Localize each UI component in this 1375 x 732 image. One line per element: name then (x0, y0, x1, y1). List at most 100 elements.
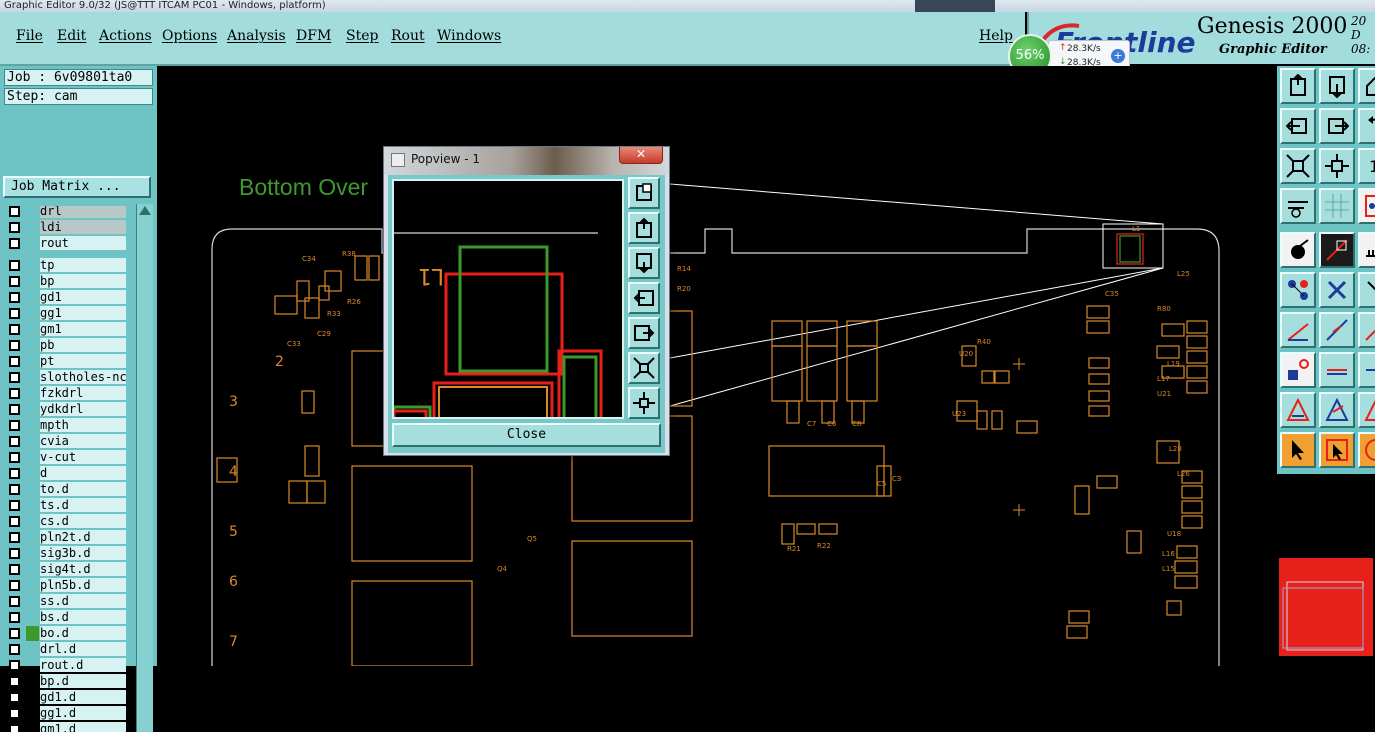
layer-row-pln2t.d[interactable]: pln2t.d (6, 530, 126, 545)
title-bar-controls[interactable] (915, 0, 995, 12)
zoom-fit-button[interactable] (1280, 148, 1316, 184)
zoom-home-button[interactable] (1280, 68, 1316, 104)
layer-row-cs.d[interactable]: cs.d (6, 514, 126, 529)
layer-row-gg1.d[interactable]: gg1.d (6, 706, 126, 721)
layer-row-bs.d[interactable]: bs.d (6, 610, 126, 625)
hline-button[interactable] (1319, 352, 1355, 388)
popview-canvas[interactable]: L1 (392, 179, 624, 419)
measure-button[interactable] (1280, 188, 1316, 224)
menu-analysis[interactable]: Analysis (227, 28, 286, 44)
layer-row-mpth[interactable]: mpth (6, 418, 126, 433)
layer-checkbox[interactable] (9, 676, 20, 687)
cross-button[interactable] (1319, 272, 1355, 308)
layer-row-ss.d[interactable]: ss.d (6, 594, 126, 609)
layer-checkbox[interactable] (9, 628, 20, 639)
layer-row-gm1.d[interactable]: gm1.d (6, 722, 126, 732)
pan-down-button[interactable] (1319, 68, 1355, 104)
menu-file[interactable]: File (16, 28, 43, 44)
menu-windows[interactable]: Windows (437, 28, 501, 44)
layer-checkbox[interactable] (9, 452, 20, 463)
select-box-button[interactable] (1319, 432, 1355, 468)
select-pad-button[interactable] (1280, 232, 1316, 268)
layer-checkbox[interactable] (9, 260, 20, 271)
menu-step[interactable]: Step (346, 28, 378, 44)
select-arrow-button[interactable] (1280, 432, 1316, 468)
layer-row-d[interactable]: d (6, 466, 126, 481)
triangle-button[interactable] (1280, 392, 1316, 428)
layer-row-rout[interactable]: rout (6, 236, 126, 251)
layer-checkbox[interactable] (9, 532, 20, 543)
snap-button[interactable] (1358, 188, 1375, 224)
layer-checkbox[interactable] (9, 308, 20, 319)
layer-row-ts.d[interactable]: ts.d (6, 498, 126, 513)
layer-row-gg1[interactable]: gg1 (6, 306, 126, 321)
layer-checkbox[interactable] (9, 468, 20, 479)
expand-plus-icon[interactable]: + (1111, 49, 1125, 63)
layer-checkbox[interactable] (9, 484, 20, 495)
pan-right-button[interactable] (1319, 108, 1355, 144)
layer-row-cvia[interactable]: cvia (6, 434, 126, 449)
close-icon[interactable]: ✕ (619, 147, 663, 164)
layer-checkbox[interactable] (9, 404, 20, 415)
menu-options[interactable]: Options (162, 28, 217, 44)
layer-row-ydkdrl[interactable]: ydkdrl (6, 402, 126, 417)
layer-checkbox[interactable] (9, 340, 20, 351)
layer-checkbox[interactable] (9, 724, 20, 732)
popview-zoom-fit-button[interactable] (628, 352, 660, 384)
menu-rout[interactable]: Rout (391, 28, 425, 44)
layer-checkbox[interactable] (9, 564, 20, 575)
ruler-button[interactable] (1358, 232, 1375, 268)
menu-dfm[interactable]: DFM (296, 28, 331, 44)
undo-button[interactable] (1358, 108, 1375, 144)
layer-checkbox[interactable] (9, 324, 20, 335)
layer-checkbox[interactable] (9, 708, 20, 719)
layer-row-fzkdrl[interactable]: fzkdrl (6, 386, 126, 401)
home-button[interactable] (1358, 68, 1375, 104)
overview-minimap[interactable] (1277, 474, 1375, 666)
layer-checkbox[interactable] (9, 596, 20, 607)
layer-checkbox[interactable] (9, 292, 20, 303)
layer-row-drl[interactable]: drl (6, 206, 126, 219)
triangle-extra-button[interactable] (1358, 392, 1375, 428)
layer-row-pt[interactable]: pt (6, 354, 126, 369)
layer-row-v-cut[interactable]: v-cut (6, 450, 126, 465)
menu-actions[interactable]: Actions (99, 28, 152, 44)
popview-zoom-out-button[interactable] (628, 387, 660, 419)
triangle-blue-button[interactable] (1319, 392, 1355, 428)
scale-one-button[interactable]: 1 (1358, 148, 1375, 184)
layer-row-bp.d[interactable]: bp.d (6, 674, 126, 689)
layer-checkbox[interactable] (9, 692, 20, 703)
popview-close-button[interactable]: Close (392, 423, 661, 447)
layer-row-gd1.d[interactable]: gd1.d (6, 690, 126, 705)
layer-checkbox[interactable] (9, 500, 20, 511)
popview-pan-right-button[interactable] (628, 317, 660, 349)
layer-checkbox[interactable] (9, 580, 20, 591)
layer-checkbox[interactable] (9, 644, 20, 655)
layer-row-sig3b.d[interactable]: sig3b.d (6, 546, 126, 561)
popview-titlebar[interactable]: Popview - 1 ✕ (384, 147, 669, 175)
layer-row-tp[interactable]: tp (6, 258, 126, 273)
layer-row-pb[interactable]: pb (6, 338, 126, 353)
layer-checkbox[interactable] (9, 356, 20, 367)
pan-left-button[interactable] (1280, 108, 1316, 144)
layer-checkbox[interactable] (9, 516, 20, 527)
layer-row-slotholes-nc[interactable]: slotholes-nc (6, 370, 126, 385)
layer-row-bp[interactable]: bp (6, 274, 126, 289)
layer-checkbox[interactable] (9, 388, 20, 399)
corner-button[interactable] (1280, 352, 1316, 388)
graphic-canvas[interactable]: 2 3 4 5 6 7 R38 C34 R33 C33 R26 C29 Q5 Q4 R21 L1 C5 C7 C6 C… (157, 66, 1277, 666)
layer-checkbox[interactable] (9, 420, 20, 431)
layer-row-pln5b.d[interactable]: pln5b.d (6, 578, 126, 593)
layer-row-bo.d[interactable]: bo.d (6, 626, 126, 641)
scroll-up-icon[interactable] (139, 206, 151, 215)
layer-checkbox[interactable] (9, 436, 20, 447)
job-matrix-button[interactable]: Job Matrix ... (3, 176, 151, 198)
layer-checkbox[interactable] (9, 206, 20, 217)
grid-button[interactable] (1319, 188, 1355, 224)
popview-zoom-window-button[interactable] (628, 177, 660, 209)
cross-extra-button[interactable] (1358, 272, 1375, 308)
layer-checkbox[interactable] (9, 548, 20, 559)
popview-pan-left-button[interactable] (628, 282, 660, 314)
diag-red-button[interactable] (1280, 312, 1316, 348)
layer-row-to.d[interactable]: to.d (6, 482, 126, 497)
